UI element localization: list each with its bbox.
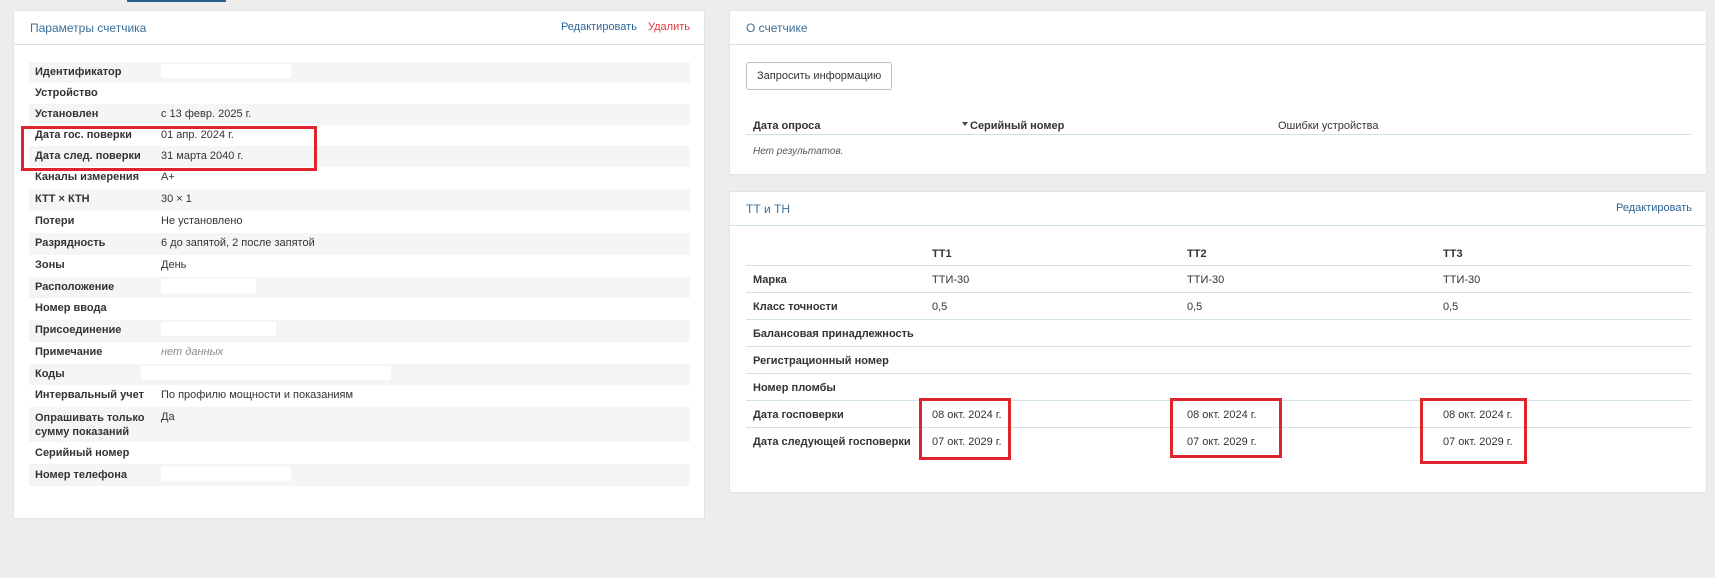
param-label: Потери: [35, 215, 75, 227]
param-value: с 13 февр. 2025 г.: [155, 104, 690, 125]
param-label: Опрашивать только сумму показаний: [29, 407, 155, 442]
param-label: Идентификатор: [29, 62, 155, 83]
param-row: Потери Не установлено: [29, 211, 690, 233]
meter-parameters-panel: Параметры счетчика Редактировать Удалить…: [13, 10, 705, 519]
param-row: Номер телефона: [29, 464, 690, 486]
tt-cell: ТТИ-30: [932, 274, 970, 286]
tt-tn-title: ТТ и ТН: [746, 202, 791, 216]
meter-parameters-actions: Редактировать Удалить: [561, 21, 690, 33]
column-tt1: ТТ1: [932, 248, 952, 260]
tt-tn-actions: Редактировать: [1616, 202, 1692, 214]
highlight-box-tt1-dates: [919, 398, 1011, 460]
active-tab-indicator: [127, 0, 226, 2]
param-value-redacted: [155, 62, 690, 83]
tt-row: Марка ТТИ-30 ТТИ-30 ТТИ-30: [746, 266, 1691, 293]
tt-tn-header: ТТ и ТН Редактировать: [730, 192, 1706, 226]
about-meter-title: О счетчике: [746, 21, 808, 35]
param-value-redacted: [155, 464, 690, 486]
tt-row: Номер пломбы: [746, 374, 1691, 401]
param-value: По профилю мощности и показаниям: [161, 389, 354, 401]
param-row: Номер ввода: [29, 298, 690, 320]
param-value: Да: [155, 407, 690, 442]
param-label: Номер ввода: [35, 302, 107, 314]
meter-parameters-header: Параметры счетчика Редактировать Удалить: [14, 11, 704, 45]
param-row: Интервальный учет По профилю мощности и …: [29, 385, 690, 407]
param-row: Примечание нет данных: [29, 342, 690, 364]
param-label: Присоединение: [29, 320, 155, 342]
column-tt2: ТТ2: [1187, 248, 1207, 260]
tt-cell: 0,5: [1443, 301, 1459, 313]
param-value: [155, 442, 690, 464]
tt-cell: ТТИ-30: [1187, 274, 1225, 286]
param-row: Зоны День: [29, 255, 690, 277]
tt-cell: 0,5: [1187, 301, 1203, 313]
highlight-box-verification-dates: [21, 126, 317, 171]
tt-row-label: Регистрационный номер: [753, 355, 889, 367]
param-row: Присоединение: [29, 320, 690, 342]
request-info-button[interactable]: Запросить информацию: [746, 62, 893, 90]
param-row: Установлен с 13 февр. 2025 г.: [29, 104, 690, 125]
param-value: День: [161, 259, 187, 271]
sort-desc-icon[interactable]: [962, 122, 968, 126]
column-device-errors[interactable]: Ошибки устройства: [1278, 120, 1379, 132]
delete-meter-link[interactable]: Удалить: [648, 21, 690, 33]
tt-row: Регистрационный номер: [746, 347, 1691, 374]
param-value-redacted: [155, 320, 690, 342]
tt-row: Класс точности 0,5 0,5 0,5: [746, 293, 1691, 320]
param-label: Устройство: [35, 87, 98, 99]
param-label: Примечание: [35, 346, 103, 358]
column-tt3: ТТ3: [1443, 248, 1463, 260]
tt-cell: 0,5: [932, 301, 948, 313]
tt-row-label: Балансовая принадлежность: [753, 328, 914, 340]
tt-row-label: Класс точности: [753, 301, 838, 313]
param-label: Коды: [29, 364, 155, 385]
param-row: Коды: [29, 364, 690, 385]
about-meter-header: О счетчике: [730, 11, 1706, 45]
param-value: [155, 83, 690, 104]
about-meter-panel: О счетчике Запросить информацию Дата опр…: [729, 10, 1707, 175]
param-label: Расположение: [29, 277, 155, 298]
param-label: Зоны: [35, 259, 65, 271]
no-results-text: Нет результатов.: [753, 146, 844, 157]
param-row: Идентификатор: [29, 62, 690, 83]
param-row: Серийный номер: [29, 442, 690, 464]
tt-row-label: Номер пломбы: [753, 382, 836, 394]
tt-row-label: Марка: [753, 274, 787, 286]
column-poll-date[interactable]: Дата опроса: [753, 120, 821, 132]
meter-parameters-title: Параметры счетчика: [30, 21, 147, 35]
param-label: Интервальный учет: [35, 389, 144, 401]
param-row: КТТ × КТН 30 × 1: [29, 189, 690, 211]
param-value: 6 до запятой, 2 после запятой: [155, 233, 690, 255]
poll-table-header: Дата опроса Серийный номер Ошибки устрой…: [746, 108, 1691, 135]
param-row: Разрядность 6 до запятой, 2 после запято…: [29, 233, 690, 255]
param-value-redacted: [155, 277, 690, 298]
param-row: Расположение: [29, 277, 690, 298]
param-value-redacted: [141, 364, 690, 385]
tt-header-row: ТТ1 ТТ2 ТТ3: [746, 244, 1691, 266]
tt-cell: ТТИ-30: [1443, 274, 1481, 286]
param-label: Номер телефона: [29, 464, 155, 486]
param-label: Установлен: [29, 104, 155, 125]
param-value: нет данных: [161, 346, 224, 358]
param-row: Устройство: [29, 83, 690, 104]
highlight-box-tt3-dates: [1420, 398, 1527, 464]
param-label: Серийный номер: [35, 447, 130, 459]
column-serial-number[interactable]: Серийный номер: [970, 120, 1064, 132]
param-value: [155, 298, 690, 320]
param-label: Разрядность: [29, 233, 155, 255]
param-value: Не установлено: [161, 215, 243, 227]
param-label: КТТ × КТН: [29, 189, 155, 211]
param-value: 30 × 1: [155, 189, 690, 211]
edit-parameters-link[interactable]: Редактировать: [561, 21, 637, 33]
tt-row-label: Дата госповерки: [753, 409, 844, 421]
param-row: Опрашивать только сумму показаний Да: [29, 407, 690, 442]
tt-row-label: Дата следующей госповерки: [753, 436, 911, 448]
highlight-box-tt2-dates: [1170, 398, 1282, 458]
edit-tt-tn-link[interactable]: Редактировать: [1616, 202, 1692, 214]
tt-row: Балансовая принадлежность: [746, 320, 1691, 347]
